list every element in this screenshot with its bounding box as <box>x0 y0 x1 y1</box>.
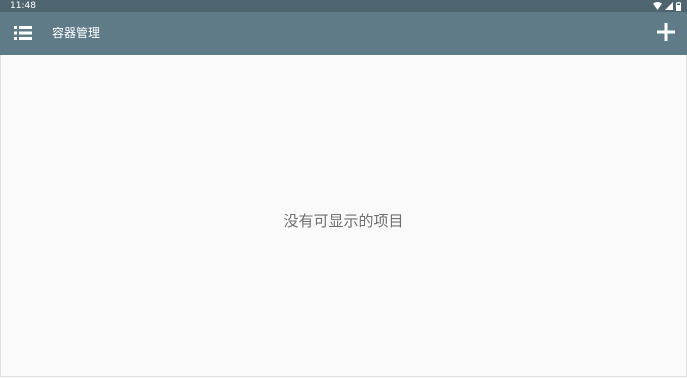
app-bar: 容器管理 <box>0 12 687 55</box>
container-list: 没有可显示的项目 <box>0 55 687 377</box>
status-icons <box>653 1 681 11</box>
battery-icon <box>676 1 681 11</box>
add-container-button[interactable] <box>651 19 681 49</box>
status-bar: 11:48 <box>0 0 687 12</box>
wifi-icon <box>653 2 662 10</box>
status-time: 11:48 <box>10 1 36 11</box>
screen: 11:48 容器管理 没有可显示的项目 <box>0 0 687 378</box>
plus-icon <box>657 23 675 45</box>
menu-list-icon <box>14 25 32 44</box>
page-title: 容器管理 <box>52 26 101 40</box>
empty-state-message: 没有可显示的项目 <box>283 212 404 230</box>
signal-icon <box>665 2 673 10</box>
menu-button[interactable] <box>9 20 37 48</box>
